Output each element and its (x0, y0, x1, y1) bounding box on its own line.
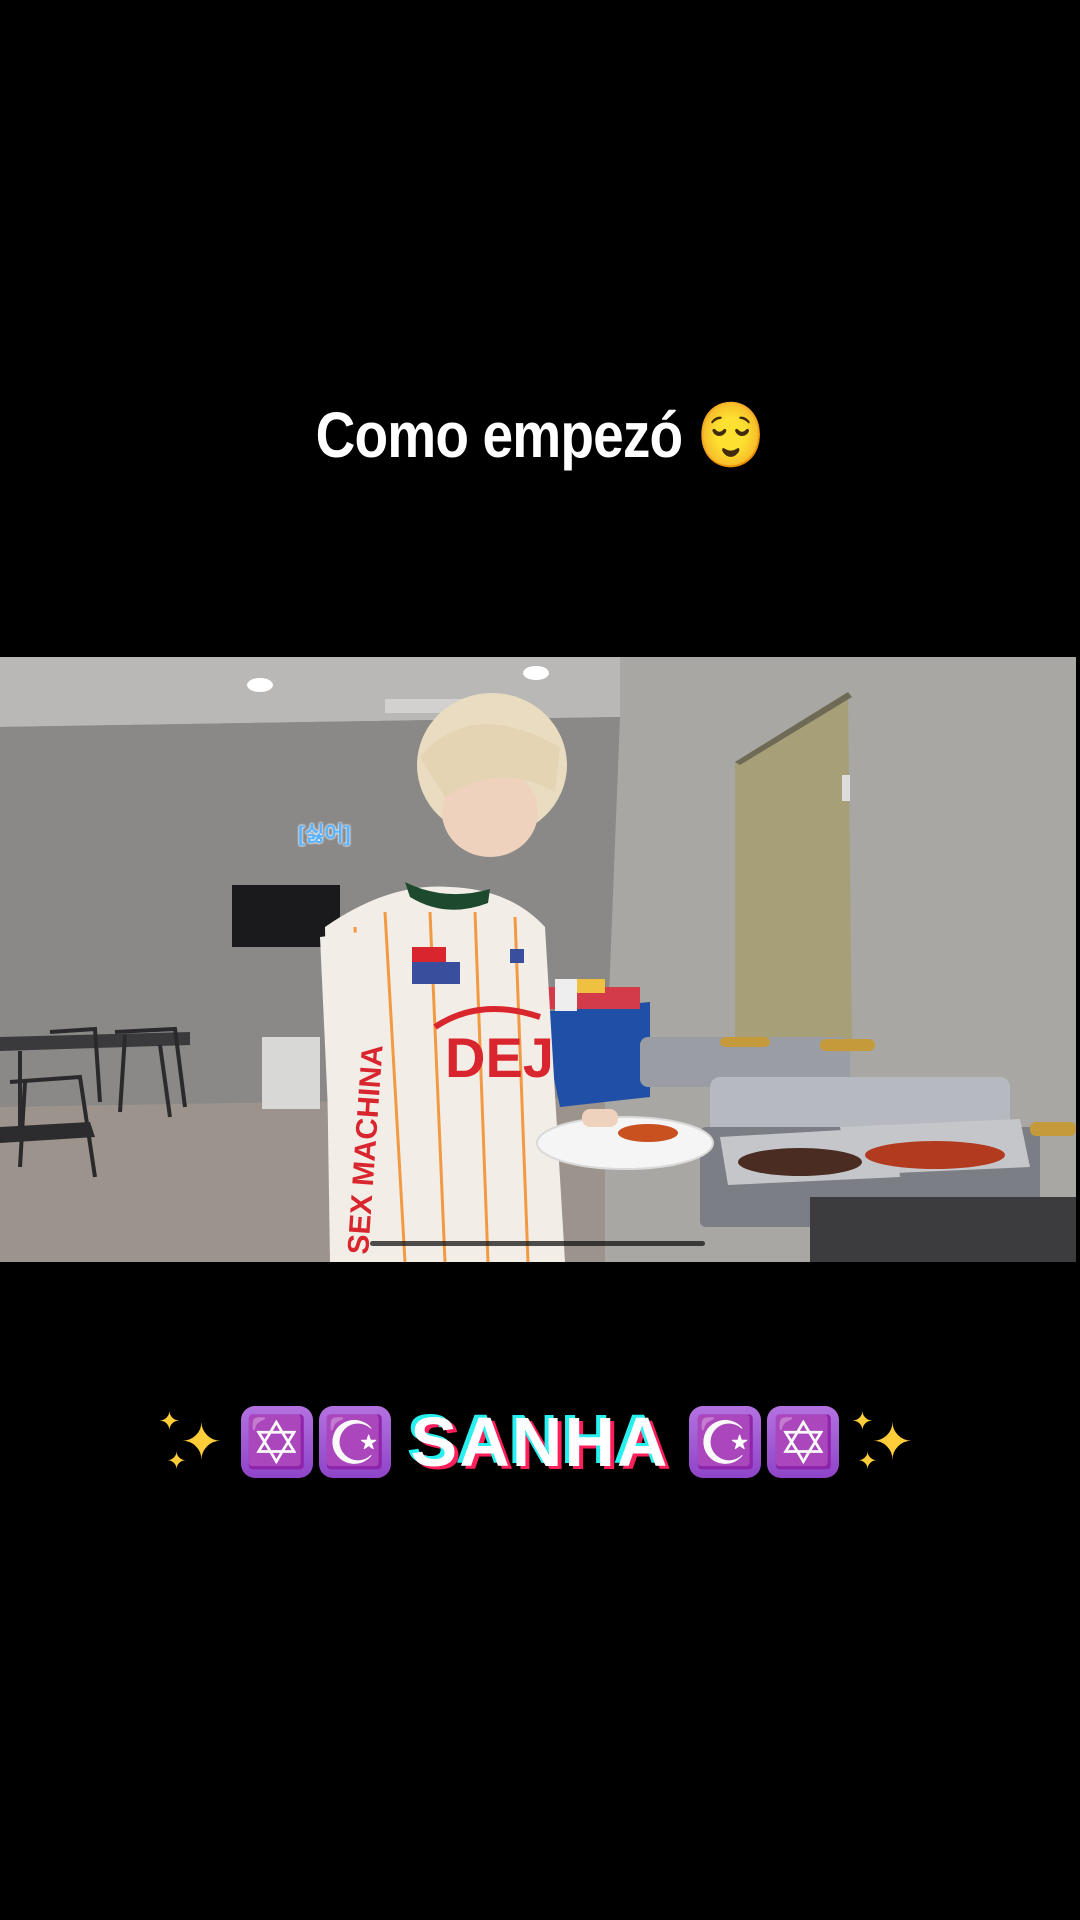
sparkles-icon: ✦ ✦ ✦ (851, 1407, 914, 1475)
name-banner: ✦ ✦ ✦ ✡️ ☪️ SANHA ☪️ ✡️ ✦ ✦ ✦ (0, 1400, 1080, 1484)
top-caption: Como empezó 😌 (76, 398, 1005, 473)
jersey-logo: DEJ (445, 1026, 554, 1089)
star-of-david-icon: ✡️ (767, 1406, 840, 1478)
sparkles-icon: ✦ ✦ ✦ (158, 1407, 223, 1475)
banner-name: SANHA (410, 1403, 670, 1481)
video-scrub-bar[interactable] (370, 1241, 705, 1246)
relieved-face-icon: 😌 (696, 399, 766, 471)
video-subtitle: [싫어] (298, 823, 351, 846)
star-of-david-icon: ✡️ (240, 1406, 313, 1478)
reel-screen: Como empezó 😌 DEJ SEX MACHINA [싫어] ✦ ✦ ✦… (0, 0, 1080, 1920)
caption-text: Como empezó (315, 399, 684, 471)
video-player[interactable]: DEJ SEX MACHINA [싫어] (0, 657, 1076, 1262)
video-still: DEJ SEX MACHINA (0, 657, 1076, 1262)
star-and-crescent-icon: ☪️ (318, 1406, 391, 1478)
star-and-crescent-icon: ☪️ (689, 1406, 762, 1478)
